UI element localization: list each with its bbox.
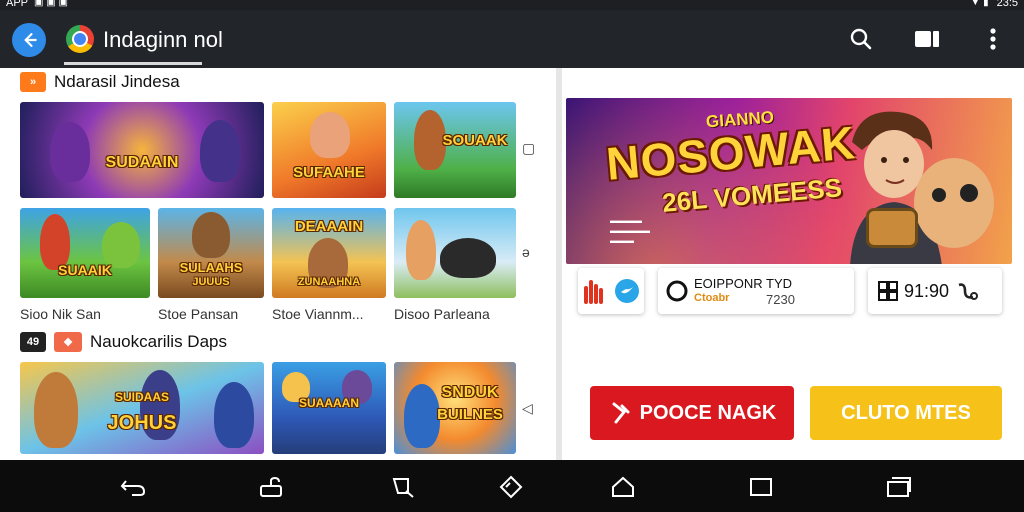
game-label[interactable]: Sioo Nik San (20, 306, 101, 322)
tab-indicator (64, 62, 202, 65)
status-app-label: APP (6, 0, 29, 9)
cast-button[interactable] (914, 26, 940, 52)
game-tile[interactable]: SNDUK BUILNES (394, 362, 516, 454)
search-button[interactable] (848, 26, 874, 52)
section-title: Nauokcarilis Daps (90, 332, 227, 351)
game-tile[interactable]: DEAAAIN ZUNAAHNA (272, 208, 386, 298)
game-tile[interactable]: SUAAIK (20, 208, 150, 298)
info-card-title: EOIPPONR TYD (694, 276, 793, 291)
status-bar: APP ▣ ▣ ▣ ▼ ▮ 23:5 (0, 0, 1024, 10)
tile-subtitle: SUIDAAS (114, 390, 169, 404)
featured-pane: GIANNO NOSOWAK 26L VOMEESS ▬▬▬▬ ▬▬▬▬▬ ▬▬▬ … (562, 68, 1024, 460)
tile-title: JOHUS (107, 412, 177, 434)
info-card-value: 7230 (766, 292, 795, 307)
search-icon (850, 28, 872, 50)
nav-recents-button[interactable] (886, 476, 912, 498)
fire-icon (584, 280, 603, 304)
twitter-icon (615, 279, 639, 303)
app-icon (666, 280, 688, 302)
tile-subtitle: ZUNAAHNA (297, 276, 361, 288)
game-tile[interactable]: SULAAHS JUUUS (158, 208, 264, 298)
tile-title: SUAAIK (58, 262, 112, 278)
game-label[interactable]: Stoe Viannm... (272, 306, 364, 322)
tile-subtitle: JUUUS (192, 276, 230, 288)
tile-title: SUAAAAN (299, 396, 359, 410)
secondary-cta-label: CLUTO MTES (841, 401, 971, 424)
notification-icon: ▣ ▣ ▣ (34, 0, 68, 8)
grid-icon (878, 281, 898, 301)
info-card[interactable]: EOIPPONR TYD Ctoabr 7230 (658, 268, 854, 314)
section-header-1: » Ndarasil Jindesa (20, 72, 180, 92)
featured-banner[interactable]: GIANNO NOSOWAK 26L VOMEESS ▬▬▬▬ ▬▬▬▬▬ ▬▬▬ (566, 98, 1012, 264)
nav-overview-button[interactable] (748, 476, 774, 498)
status-time: 23:5 (996, 0, 1018, 9)
more-vert-icon (990, 28, 996, 50)
hero-gadget-image (866, 208, 918, 248)
game-tile[interactable]: SUAAAAN (272, 362, 386, 454)
undo-arrow-icon (120, 480, 146, 496)
back-arrow-icon (24, 33, 37, 47)
back-button[interactable] (12, 23, 46, 57)
tile-title: DEAAAIN (294, 218, 364, 235)
tile-title: SUDAAIN (105, 154, 179, 171)
tile-title: SULAAHS (179, 260, 243, 275)
nav-back-button[interactable] (120, 476, 146, 498)
section-badge-icon: » (20, 72, 46, 92)
section-title: Ndarasil Jindesa (54, 72, 180, 91)
lock-icon (260, 476, 282, 497)
crop-icon (392, 478, 414, 498)
tile-title: SUFAAHE (293, 164, 365, 181)
home-icon (612, 476, 634, 497)
swoosh-icon (612, 402, 630, 424)
game-label[interactable]: Disoo Parleana (394, 306, 490, 322)
rotate-icon (499, 475, 523, 499)
square-icon (750, 478, 772, 496)
game-tile[interactable]: SUFAAHE (272, 102, 386, 198)
section-badge-icon: 49 (20, 332, 46, 352)
link-icon (958, 283, 979, 300)
scroll-marker-icon[interactable]: ◁ (522, 400, 533, 417)
nav-home-button[interactable] (610, 476, 636, 498)
scroll-marker-icon[interactable]: ▢ (522, 140, 535, 157)
nav-rotate-button[interactable] (498, 475, 524, 499)
primary-cta-button[interactable]: POOCE NAGK (590, 386, 794, 440)
game-list-pane: » Ndarasil Jindesa SUDAAIN SUFAAHE SOUAA… (0, 68, 556, 460)
game-tile[interactable] (394, 208, 516, 298)
recents-icon (887, 477, 911, 497)
game-tile[interactable]: SOUAAK (394, 102, 516, 198)
signal-icon: ▼ ▮ (970, 0, 989, 8)
timer-card[interactable]: 91:90 (868, 268, 1002, 314)
section-flag-icon: ❖ (54, 332, 82, 352)
timer-value: 91:90 (904, 280, 950, 301)
game-tile[interactable]: SUIDAAS JOHUS (20, 362, 264, 454)
primary-cta-label: POOCE NAGK (639, 401, 777, 424)
app-title: Indaginn nol (103, 27, 223, 52)
game-tile[interactable]: SUDAAIN (20, 102, 264, 198)
scroll-marker-icon[interactable]: ə (522, 244, 530, 260)
system-nav-bar (0, 460, 1024, 512)
cast-icon (915, 31, 939, 47)
hero-pet-image (914, 158, 994, 248)
tile-title: SNDUK (441, 384, 499, 401)
secondary-cta-button[interactable]: CLUTO MTES (810, 386, 1002, 440)
app-bar: Indaginn nol (0, 10, 1024, 68)
social-card[interactable] (578, 268, 644, 314)
nav-lock-button[interactable] (258, 476, 284, 498)
tile-title: SOUAAK (442, 132, 508, 149)
banner-fine-print: ▬▬▬▬ ▬▬▬▬▬ ▬▬▬ (610, 216, 650, 245)
game-label[interactable]: Stoe Pansan (158, 306, 238, 322)
app-logo (66, 25, 94, 53)
section-header-2: 49 ❖ Nauokcarilis Daps (20, 332, 227, 352)
tile-subtitle: BUILNES (437, 406, 503, 423)
more-options-button[interactable] (980, 26, 1006, 52)
nav-crop-button[interactable] (390, 476, 416, 498)
